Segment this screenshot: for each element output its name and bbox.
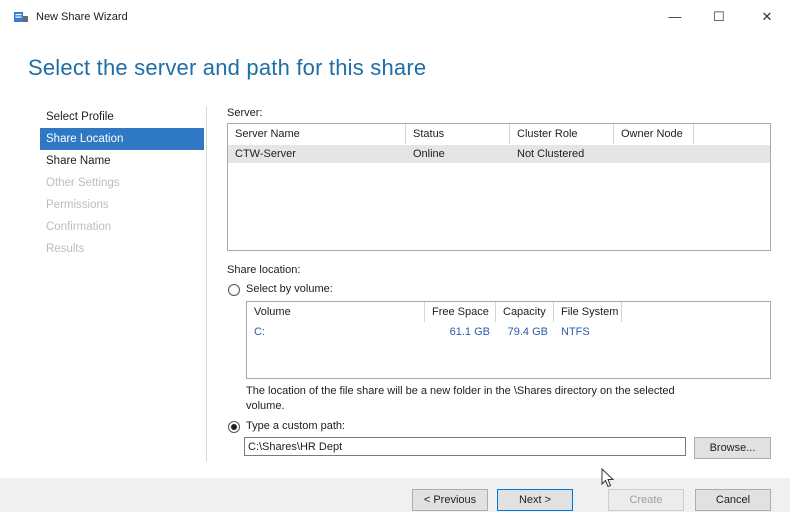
close-button[interactable]: ✕ <box>752 6 782 28</box>
table-row[interactable]: C: 61.1 GB 79.4 GB NTFS <box>247 323 770 341</box>
wizard-nav: Select Profile Share Location Share Name… <box>40 106 204 260</box>
table-row[interactable]: CTW-Server Online Not Clustered <box>228 145 770 163</box>
select-by-volume-radio[interactable] <box>228 284 240 296</box>
volume-table-header: Volume Free Space Capacity File System <box>247 302 622 322</box>
column-header-cluster-role[interactable]: Cluster Role <box>510 124 614 144</box>
column-header-free-space[interactable]: Free Space <box>425 302 496 322</box>
column-header-file-system[interactable]: File System <box>554 302 622 322</box>
nav-item-select-profile[interactable]: Select Profile <box>40 106 204 128</box>
volume-table: Volume Free Space Capacity File System C… <box>246 301 771 379</box>
create-button: Create <box>608 489 684 511</box>
column-header-capacity[interactable]: Capacity <box>496 302 554 322</box>
page-title: Select the server and path for this shar… <box>28 55 427 80</box>
column-header-status[interactable]: Status <box>406 124 510 144</box>
previous-button[interactable]: < Previous <box>412 489 488 511</box>
cell-cluster-role: Not Clustered <box>517 148 585 160</box>
cell-free-space: 61.1 GB <box>449 326 490 338</box>
cell-capacity: 79.4 GB <box>507 326 548 338</box>
nav-item-share-location[interactable]: Share Location <box>40 128 204 150</box>
custom-path-radio[interactable] <box>228 421 240 433</box>
next-button[interactable]: Next > <box>497 489 573 511</box>
mouse-pointer-icon <box>601 468 615 488</box>
window-title: New Share Wizard <box>36 11 128 23</box>
maximize-button[interactable]: ☐ <box>704 6 734 28</box>
nav-item-confirmation: Confirmation <box>46 221 112 233</box>
volume-info-text-continued: volume. <box>246 400 285 412</box>
title-bar: New Share Wizard — ☐ ✕ <box>0 0 790 34</box>
server-manager-icon <box>14 12 28 22</box>
column-header-server-name[interactable]: Server Name <box>228 124 406 144</box>
nav-item-permissions: Permissions <box>46 199 109 211</box>
cell-status: Online <box>413 148 445 160</box>
minimize-button[interactable]: — <box>660 6 690 28</box>
nav-divider <box>206 106 207 462</box>
server-table-header: Server Name Status Cluster Role Owner No… <box>228 124 694 144</box>
server-label: Server: <box>227 107 263 119</box>
browse-button[interactable]: Browse... <box>694 437 771 459</box>
cell-volume: C: <box>254 326 265 338</box>
select-by-volume-label[interactable]: Select by volume: <box>246 283 333 295</box>
volume-info-text: The location of the file share will be a… <box>246 385 675 397</box>
nav-item-other-settings: Other Settings <box>46 177 120 189</box>
cell-server-name: CTW-Server <box>235 148 296 160</box>
share-location-label: Share location: <box>227 264 301 276</box>
cell-owner-node <box>614 145 694 163</box>
column-header-owner-node[interactable]: Owner Node <box>614 124 694 144</box>
server-table: Server Name Status Cluster Role Owner No… <box>227 123 771 251</box>
custom-path-label[interactable]: Type a custom path: <box>246 420 345 432</box>
nav-item-share-name[interactable]: Share Name <box>40 150 204 172</box>
cancel-button[interactable]: Cancel <box>695 489 771 511</box>
column-header-volume[interactable]: Volume <box>247 302 425 322</box>
custom-path-input[interactable] <box>244 437 686 456</box>
nav-item-results: Results <box>46 243 85 255</box>
cell-file-system: NTFS <box>561 326 590 338</box>
